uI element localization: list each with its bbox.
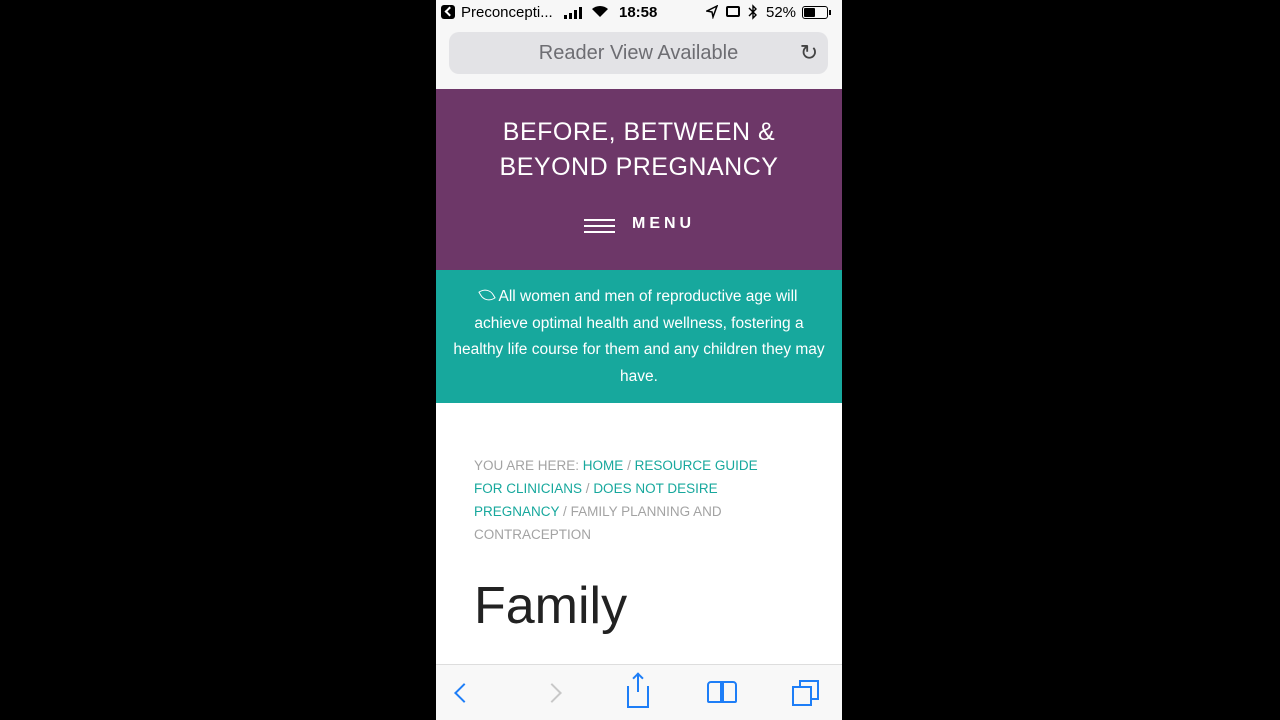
mission-text: All women and men of reproductive age wi…	[453, 288, 825, 386]
browser-address-area: Reader View Available ↻	[436, 27, 842, 89]
location-icon	[706, 5, 718, 19]
back-icon	[454, 683, 474, 703]
clock: 18:58	[619, 4, 658, 21]
share-icon	[627, 674, 649, 708]
bluetooth-icon	[748, 4, 757, 20]
battery-percent: 52%	[766, 4, 797, 21]
reader-view-label: Reader View Available	[538, 42, 739, 64]
reload-icon[interactable]: ↻	[794, 32, 824, 74]
site-title-line1: BEFORE, BETWEEN &	[502, 118, 776, 146]
breadcrumb: YOU ARE HERE: HOME / RESOURCE GUIDE FOR …	[474, 454, 764, 546]
back-to-app-icon[interactable]	[441, 5, 455, 19]
breadcrumb-home-link[interactable]: HOME	[583, 458, 624, 473]
hamburger-icon	[584, 219, 615, 233]
address-bar[interactable]: Reader View Available ↻	[449, 32, 828, 74]
browser-toolbar	[436, 664, 842, 720]
menu-button[interactable]: MENU	[436, 215, 842, 237]
site-header: BEFORE, BETWEEN & BEYOND PREGNANCY MENU	[436, 89, 842, 270]
back-app-name[interactable]: Preconcepti...	[461, 4, 553, 21]
forward-icon	[542, 683, 562, 703]
tabs-button[interactable]	[786, 671, 826, 715]
forward-button[interactable]	[532, 671, 572, 715]
signal-icon	[564, 7, 586, 19]
back-button[interactable]	[444, 671, 484, 715]
mission-banner: All women and men of reproductive age wi…	[436, 270, 842, 403]
mission-text-wrap: All women and men of reproductive age wi…	[452, 284, 826, 391]
site-title-line2: BEYOND PREGNANCY	[499, 153, 779, 181]
share-button[interactable]	[618, 671, 658, 715]
wifi-icon	[592, 5, 608, 17]
bookmarks-button[interactable]	[702, 671, 742, 715]
battery-icon	[802, 6, 831, 19]
phone-screen: Preconcepti... 18:58 52% Reader View Ava…	[436, 0, 842, 720]
site-title[interactable]: BEFORE, BETWEEN & BEYOND PREGNANCY	[436, 115, 842, 185]
status-bar: Preconcepti... 18:58 52%	[436, 0, 842, 27]
airplay-icon	[726, 6, 740, 17]
menu-label: MENU	[632, 215, 696, 232]
breadcrumb-separator: /	[563, 504, 567, 519]
page-title: Family	[474, 577, 628, 635]
breadcrumb-prefix: YOU ARE HERE:	[474, 458, 580, 473]
breadcrumb-separator: /	[585, 481, 590, 496]
bookmarks-icon	[706, 681, 738, 705]
breadcrumb-separator: /	[627, 458, 631, 473]
leaf-icon	[477, 285, 496, 305]
tabs-icon	[792, 680, 820, 706]
